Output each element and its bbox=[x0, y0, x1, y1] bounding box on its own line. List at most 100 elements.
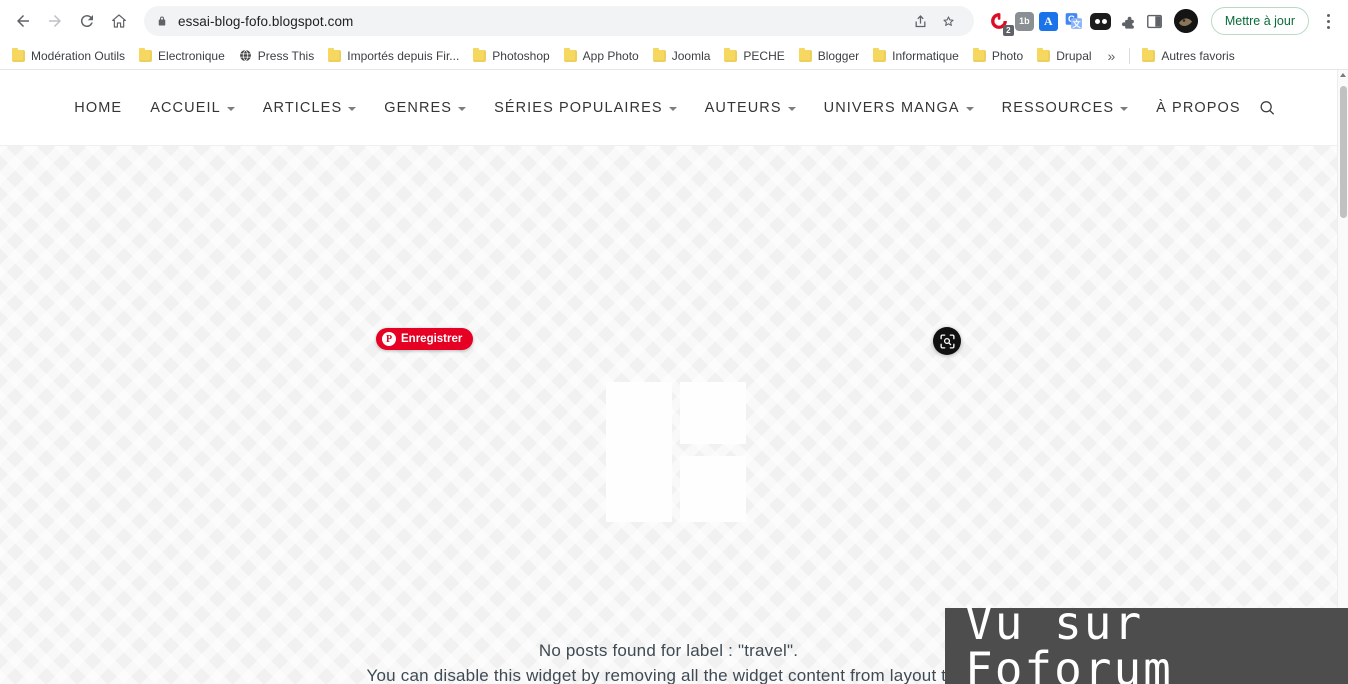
nav-label: À PROPOS bbox=[1156, 99, 1241, 116]
avatar-image bbox=[1173, 9, 1198, 33]
extensions-puzzle-button[interactable] bbox=[1117, 10, 1139, 32]
pinterest-save-button[interactable]: P Enregistrer bbox=[376, 328, 474, 350]
scroll-up-arrow-icon[interactable] bbox=[1340, 73, 1346, 77]
update-button[interactable]: Mettre à jour bbox=[1210, 7, 1309, 35]
bookmark-item[interactable]: Drupal bbox=[1031, 46, 1097, 66]
bookmark-item[interactable]: Informatique bbox=[867, 46, 965, 66]
folder-icon bbox=[1142, 47, 1156, 62]
folder-icon bbox=[652, 47, 666, 62]
adobe-acrobat-extension[interactable]: A bbox=[1038, 11, 1058, 31]
address-bar-url: essai-blog-fofo.blogspot.com bbox=[178, 13, 354, 29]
bookmarks-overflow-button[interactable]: » bbox=[1100, 46, 1124, 66]
bookmark-item[interactable]: Joomla bbox=[647, 46, 717, 66]
folder-icon bbox=[563, 47, 577, 62]
back-button[interactable] bbox=[8, 6, 38, 36]
home-button[interactable] bbox=[104, 6, 134, 36]
bookmark-label: Electronique bbox=[158, 48, 225, 63]
forward-arrow-icon bbox=[49, 15, 61, 27]
bookmark-item[interactable]: Press This bbox=[233, 46, 320, 66]
watermark-overlay: Vu sur Foforum bbox=[945, 600, 1348, 684]
nav-item-auteurs[interactable]: AUTEURS bbox=[691, 100, 810, 116]
avatar[interactable] bbox=[1173, 9, 1198, 33]
nav-item-accueil[interactable]: ACCUEIL bbox=[136, 100, 249, 116]
bookmark-label: Blogger bbox=[817, 48, 860, 63]
placeholder-block bbox=[606, 382, 672, 522]
folder-icon bbox=[12, 47, 25, 62]
folder-icon bbox=[873, 47, 887, 62]
bookmark-label: Joomla bbox=[671, 48, 711, 63]
browser-window: essai-blog-fofo.blogspot.com 2 1b A 文 Me… bbox=[0, 0, 1348, 684]
bookmark-label: Modération Outils bbox=[31, 48, 126, 63]
chevron-down-icon bbox=[1120, 106, 1129, 111]
nav-item-ressources[interactable]: RESSOURCES bbox=[988, 100, 1143, 116]
bookmark-label: Importés depuis Fir... bbox=[347, 48, 460, 63]
chevron-down-icon bbox=[458, 106, 467, 111]
star-icon[interactable] bbox=[936, 8, 962, 34]
chevron-down-icon bbox=[668, 106, 677, 111]
folder-icon bbox=[328, 47, 342, 62]
pinterest-save-label: Enregistrer bbox=[401, 333, 463, 345]
nav-item-genres[interactable]: GENRES bbox=[370, 100, 480, 116]
bookmark-item[interactable]: PECHE bbox=[718, 46, 790, 66]
chevron-down-icon bbox=[348, 106, 357, 111]
chevron-down-icon bbox=[965, 106, 974, 111]
bookmarks-divider bbox=[1129, 47, 1131, 64]
folder-icon bbox=[972, 47, 986, 62]
home-icon bbox=[112, 14, 126, 28]
other-bookmarks-label: Autres favoris bbox=[1161, 48, 1235, 63]
image-placeholder-group bbox=[606, 382, 746, 522]
bookmark-item[interactable]: App Photo bbox=[558, 46, 645, 66]
reload-icon bbox=[80, 15, 93, 28]
nav-item-series-populaires[interactable]: SÉRIES POPULAIRES bbox=[480, 100, 691, 116]
page-viewport: HOME ACCUEIL ARTICLES GENRES SÉRIES POPU… bbox=[0, 70, 1348, 684]
other-bookmarks-button[interactable]: Autres favoris bbox=[1136, 46, 1240, 66]
placeholder-block bbox=[680, 382, 746, 444]
globe-icon bbox=[239, 49, 252, 62]
folder-icon bbox=[724, 47, 738, 62]
forward-button[interactable] bbox=[40, 6, 70, 36]
bookmark-item[interactable]: Importés depuis Fir... bbox=[322, 46, 465, 66]
opera-vpn-extension[interactable]: 2 bbox=[988, 10, 1014, 36]
side-panel-button[interactable] bbox=[1144, 10, 1166, 32]
chevron-down-icon bbox=[787, 106, 796, 111]
bookmark-label: Informatique bbox=[892, 48, 959, 63]
folder-icon bbox=[798, 47, 812, 62]
nav-label: HOME bbox=[74, 99, 123, 116]
bookmark-label: PECHE bbox=[743, 48, 785, 63]
acrobat-label: A bbox=[1043, 13, 1053, 28]
nav-item-univers-manga[interactable]: UNIVERS MANGA bbox=[810, 100, 988, 116]
page-scrollbar[interactable] bbox=[1337, 70, 1348, 684]
site-search-button[interactable] bbox=[1255, 98, 1277, 118]
reload-button[interactable] bbox=[72, 6, 102, 36]
search-icon bbox=[1260, 100, 1274, 115]
translate-icon: G 文 bbox=[1065, 13, 1082, 29]
address-bar[interactable]: essai-blog-fofo.blogspot.com bbox=[144, 6, 974, 36]
folder-icon bbox=[1037, 47, 1051, 62]
bookmark-label: Press This bbox=[257, 48, 315, 63]
nav-item-articles[interactable]: ARTICLES bbox=[249, 100, 370, 116]
google-translate-extension[interactable]: G 文 bbox=[1063, 10, 1085, 32]
main-navigation: HOME ACCUEIL ARTICLES GENRES SÉRIES POPU… bbox=[60, 98, 1276, 118]
browser-menu-button[interactable] bbox=[1316, 6, 1340, 36]
bookmark-item[interactable]: Photo bbox=[967, 46, 1029, 66]
onetab-extension[interactable]: 1b bbox=[1014, 11, 1034, 31]
bookmark-label: Drupal bbox=[1056, 48, 1092, 63]
chevron-down-icon bbox=[226, 106, 235, 111]
onetab-label: 1b bbox=[1019, 16, 1030, 26]
scrollbar-thumb[interactable] bbox=[1340, 86, 1347, 218]
dots-icon bbox=[1090, 12, 1112, 30]
extension-icons: 2 1b A G 文 bbox=[988, 6, 1340, 36]
nav-label: RESSOURCES bbox=[1001, 99, 1115, 116]
bookmark-item[interactable]: Modération Outils bbox=[6, 46, 131, 66]
site-header: HOME ACCUEIL ARTICLES GENRES SÉRIES POPU… bbox=[0, 70, 1337, 146]
nav-item-a-propos[interactable]: À PROPOS bbox=[1142, 100, 1255, 116]
nav-item-home[interactable]: HOME bbox=[60, 100, 136, 116]
bookmark-item[interactable]: Electronique bbox=[133, 46, 231, 66]
bookmark-item[interactable]: Blogger bbox=[793, 46, 865, 66]
bookmark-item[interactable]: Photoshop bbox=[467, 46, 555, 66]
placeholder-block bbox=[680, 456, 746, 522]
share-icon[interactable] bbox=[908, 8, 934, 34]
visual-search-button[interactable] bbox=[933, 327, 961, 355]
dots-extension[interactable] bbox=[1090, 10, 1112, 32]
visual-search-icon bbox=[939, 333, 955, 349]
